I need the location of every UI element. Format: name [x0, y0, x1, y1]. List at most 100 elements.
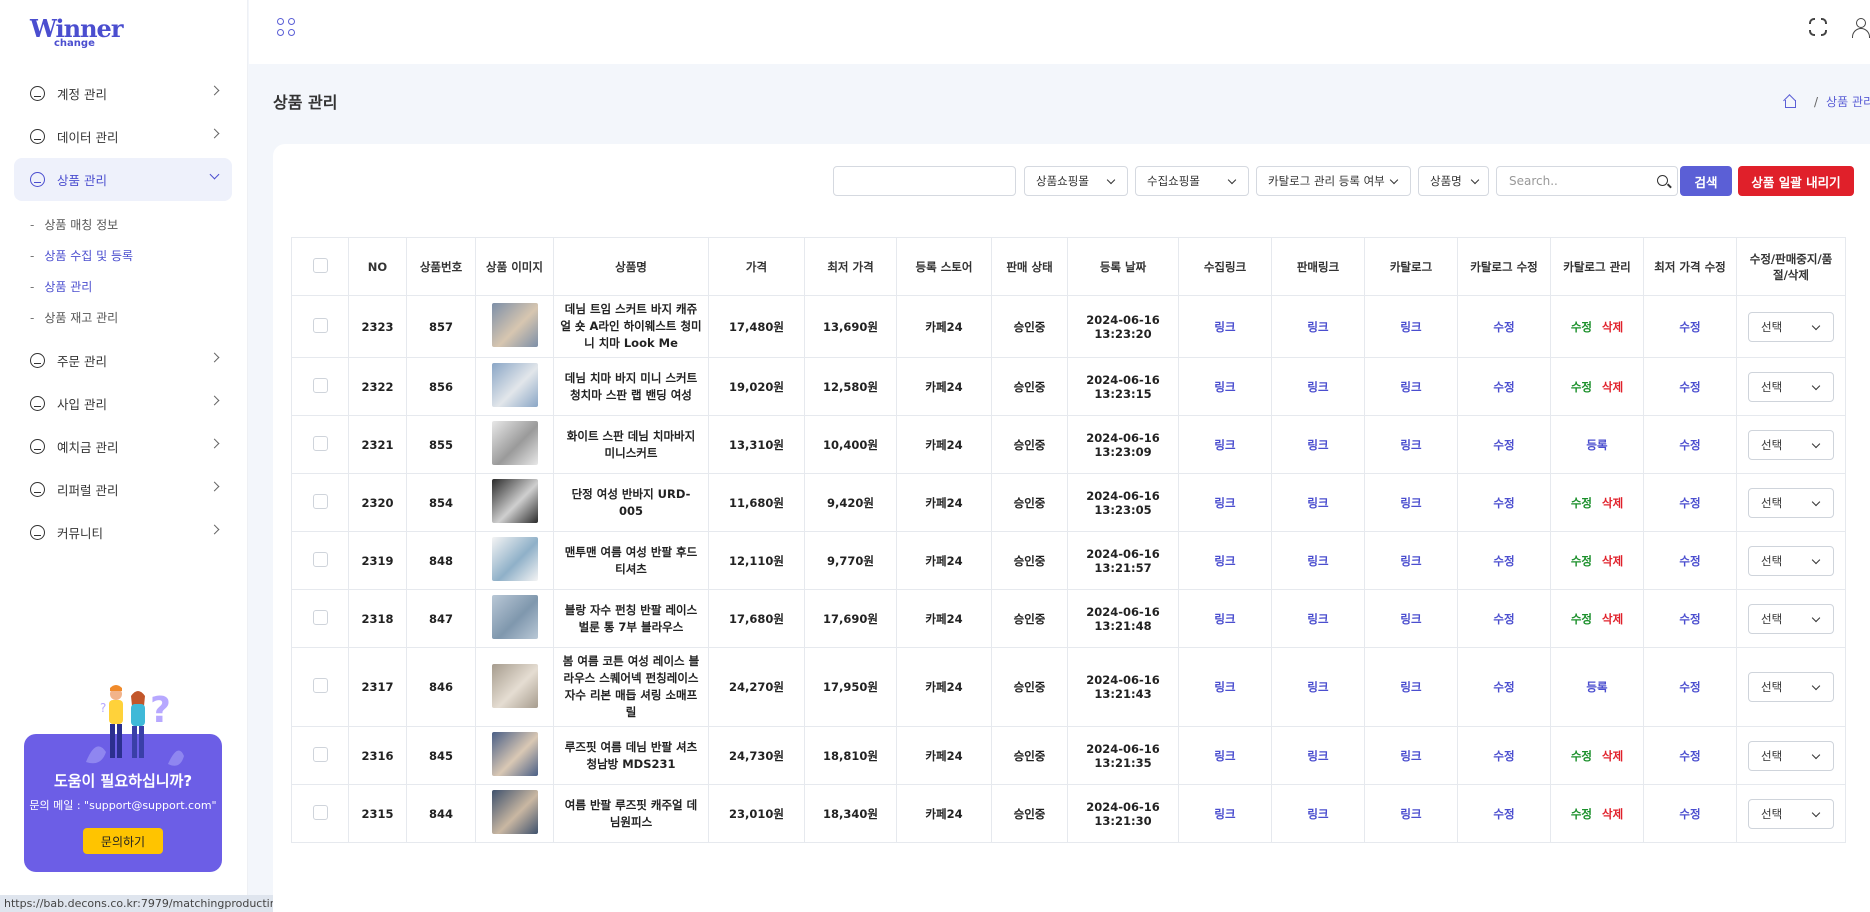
catalog-edit-link[interactable]: 수정: [1571, 749, 1592, 763]
min-price-edit-button[interactable]: 수정: [1679, 680, 1700, 694]
collect-link[interactable]: 링크: [1214, 496, 1235, 510]
catalog-edit-link[interactable]: 수정: [1571, 612, 1592, 626]
row-checkbox[interactable]: [312, 678, 328, 693]
action-select[interactable]: 선택: [1748, 311, 1834, 342]
catalog-delete-link[interactable]: 삭제: [1602, 496, 1623, 510]
catalog-edit-button[interactable]: 수정: [1493, 749, 1514, 763]
catalog-delete-link[interactable]: 삭제: [1602, 612, 1623, 626]
catalog-link[interactable]: 링크: [1400, 612, 1421, 626]
catalog-link[interactable]: 링크: [1400, 496, 1421, 510]
min-price-edit-button[interactable]: 수정: [1679, 320, 1700, 334]
row-checkbox[interactable]: [312, 551, 328, 567]
action-select[interactable]: 선택: [1748, 672, 1834, 702]
catalog-edit-button[interactable]: 수정: [1493, 380, 1514, 394]
mall-select[interactable]: 상품쇼핑몰: [1024, 166, 1128, 196]
sidebar-item-referral[interactable]: 리퍼럴 관리: [14, 468, 232, 511]
catalog-link[interactable]: 링크: [1400, 320, 1421, 334]
catalog-delete-link[interactable]: 삭제: [1602, 380, 1623, 394]
sidebar-item-purchase[interactable]: 사입 관리: [14, 382, 232, 425]
collect-link[interactable]: 링크: [1214, 807, 1235, 821]
subnav-item-collect[interactable]: - 상품 수집 및 등록: [30, 240, 232, 271]
action-select[interactable]: 선택: [1748, 798, 1834, 829]
min-price-edit-button[interactable]: 수정: [1679, 554, 1700, 568]
catalog-register-link[interactable]: 등록: [1586, 438, 1607, 452]
catalog-edit-link[interactable]: 수정: [1571, 380, 1592, 394]
sidebar-item-orders[interactable]: 주문 관리: [14, 339, 232, 382]
search-icon[interactable]: [1657, 175, 1668, 186]
sale-link[interactable]: 링크: [1307, 807, 1328, 821]
catalog-edit-button[interactable]: 수정: [1493, 496, 1514, 510]
min-price-edit-button[interactable]: 수정: [1679, 749, 1700, 763]
catalog-delete-link[interactable]: 삭제: [1602, 320, 1623, 334]
min-price-edit-button[interactable]: 수정: [1679, 438, 1700, 452]
action-select[interactable]: 선택: [1748, 603, 1834, 634]
catalog-edit-link[interactable]: 수정: [1571, 807, 1592, 821]
collect-link[interactable]: 링크: [1214, 612, 1235, 626]
sale-link[interactable]: 링크: [1307, 320, 1328, 334]
sale-link[interactable]: 링크: [1307, 749, 1328, 763]
row-checkbox[interactable]: [312, 746, 328, 762]
collect-link[interactable]: 링크: [1214, 380, 1235, 394]
row-checkbox[interactable]: [312, 317, 328, 333]
catalog-edit-link[interactable]: 수정: [1571, 554, 1592, 568]
collect-mall-select[interactable]: 수집쇼핑몰: [1135, 166, 1249, 196]
catalog-edit-link[interactable]: 수정: [1571, 320, 1592, 334]
catalog-edit-button[interactable]: 수정: [1493, 554, 1514, 568]
sale-link[interactable]: 링크: [1307, 380, 1328, 394]
action-select[interactable]: 선택: [1748, 740, 1834, 771]
user-icon[interactable]: [1852, 16, 1870, 38]
sidebar-item-community[interactable]: 커뮤니티: [14, 511, 232, 554]
apps-icon[interactable]: [277, 18, 297, 38]
product-thumbnail[interactable]: [491, 421, 538, 465]
catalog-link[interactable]: 링크: [1400, 438, 1421, 452]
search-input[interactable]: Search..: [1496, 166, 1678, 196]
sale-link[interactable]: 링크: [1307, 496, 1328, 510]
product-thumbnail[interactable]: [491, 363, 538, 407]
sale-link[interactable]: 링크: [1307, 554, 1328, 568]
product-thumbnail[interactable]: [491, 595, 538, 639]
select-all-checkbox[interactable]: [312, 257, 328, 273]
action-select[interactable]: 선택: [1748, 371, 1834, 402]
sidebar-item-deposit[interactable]: 예치금 관리: [14, 425, 232, 468]
contact-button[interactable]: 문의하기: [83, 828, 163, 854]
sale-link[interactable]: 링크: [1307, 680, 1328, 694]
catalog-delete-link[interactable]: 삭제: [1602, 554, 1623, 568]
collect-link[interactable]: 링크: [1214, 749, 1235, 763]
catalog-edit-button[interactable]: 수정: [1493, 438, 1514, 452]
action-select[interactable]: 선택: [1748, 545, 1834, 576]
catalog-link[interactable]: 링크: [1400, 380, 1421, 394]
catalog-edit-button[interactable]: 수정: [1493, 612, 1514, 626]
collect-link[interactable]: 링크: [1214, 438, 1235, 452]
product-thumbnail[interactable]: [491, 537, 538, 581]
catalog-register-select[interactable]: 카탈로그 관리 등록 여부: [1256, 166, 1411, 196]
search-button[interactable]: 검색: [1680, 166, 1732, 196]
catalog-link[interactable]: 링크: [1400, 749, 1421, 763]
subnav-item-manage[interactable]: - 상품 관리: [30, 271, 232, 302]
min-price-edit-button[interactable]: 수정: [1679, 380, 1700, 394]
catalog-edit-button[interactable]: 수정: [1493, 680, 1514, 694]
product-thumbnail[interactable]: [491, 663, 538, 708]
subnav-item-matching[interactable]: - 상품 매칭 정보: [30, 209, 232, 240]
fullscreen-icon[interactable]: [1808, 17, 1828, 37]
row-checkbox[interactable]: [312, 435, 328, 451]
catalog-delete-link[interactable]: 삭제: [1602, 807, 1623, 821]
collect-link[interactable]: 링크: [1214, 554, 1235, 568]
sale-link[interactable]: 링크: [1307, 612, 1328, 626]
catalog-edit-button[interactable]: 수정: [1493, 320, 1514, 334]
catalog-link[interactable]: 링크: [1400, 680, 1421, 694]
action-select[interactable]: 선택: [1748, 429, 1834, 460]
home-icon[interactable]: [1783, 95, 1796, 108]
sidebar-item-products[interactable]: 상품 관리: [14, 158, 232, 201]
collect-link[interactable]: 링크: [1214, 320, 1235, 334]
filter-text-input[interactable]: [833, 166, 1016, 196]
catalog-link[interactable]: 링크: [1400, 554, 1421, 568]
product-thumbnail[interactable]: [491, 479, 538, 523]
catalog-delete-link[interactable]: 삭제: [1602, 749, 1623, 763]
row-checkbox[interactable]: [312, 609, 328, 625]
catalog-register-link[interactable]: 등록: [1586, 680, 1607, 694]
catalog-edit-button[interactable]: 수정: [1493, 807, 1514, 821]
product-thumbnail[interactable]: [491, 303, 538, 347]
row-checkbox[interactable]: [312, 377, 328, 393]
search-field-select[interactable]: 상품명: [1418, 166, 1489, 196]
row-checkbox[interactable]: [312, 493, 328, 509]
